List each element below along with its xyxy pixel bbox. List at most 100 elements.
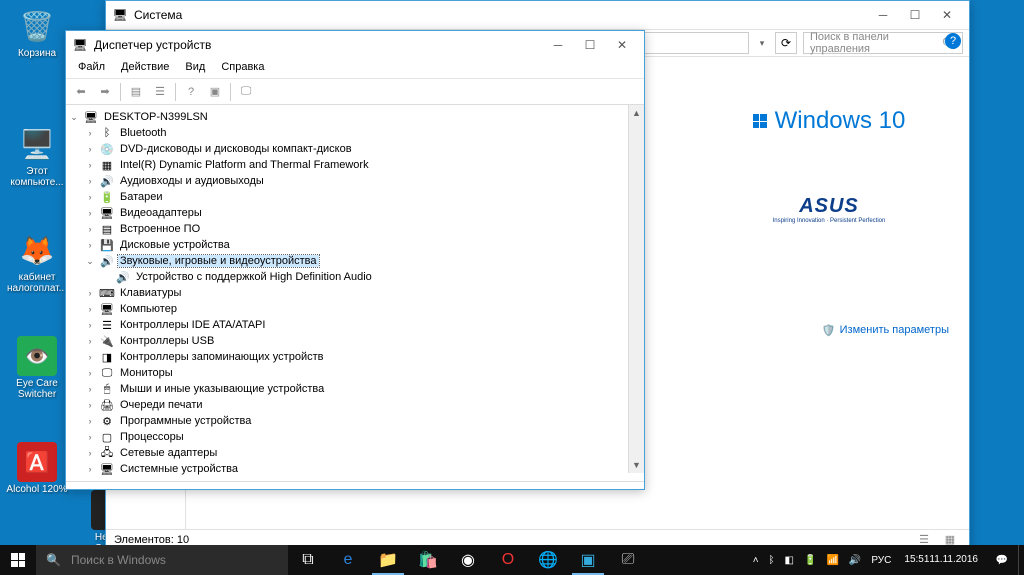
tree-item[interactable]: ⌄🔊Звуковые, игровые и видеоустройства bbox=[68, 253, 642, 269]
desktop-icon[interactable]: 🖥️Этот компьюте... bbox=[6, 124, 68, 188]
dm-titlebar[interactable]: 🖥 Диспетчер устройств ─ ☐ ✕ bbox=[66, 31, 644, 59]
tree-toggle-icon[interactable]: › bbox=[84, 336, 96, 346]
tree-toggle-icon[interactable]: › bbox=[84, 304, 96, 314]
options-icon[interactable]: ▤ bbox=[125, 81, 147, 103]
show-desktop-button[interactable] bbox=[1018, 545, 1024, 575]
tree-item[interactable]: 🔊Устройство с поддержкой High Definition… bbox=[68, 269, 642, 285]
tree-toggle-icon[interactable]: › bbox=[84, 352, 96, 362]
taskbar-chrome[interactable]: 🌐 bbox=[528, 545, 568, 575]
tree-toggle-icon[interactable]: › bbox=[84, 432, 96, 442]
scan-icon[interactable]: ▣ bbox=[204, 81, 226, 103]
tree-item[interactable]: ›ᛒBluetooth bbox=[68, 125, 642, 141]
tree-item[interactable]: ›🖥Компьютер bbox=[68, 301, 642, 317]
system-titlebar[interactable]: 🖥 Система ─ ☐ ✕ bbox=[106, 1, 969, 29]
tree-item[interactable]: ›◨Контроллеры запоминающих устройств bbox=[68, 349, 642, 365]
tree-toggle-icon[interactable]: ⌄ bbox=[68, 112, 80, 123]
tree-item[interactable]: ›▢Процессоры bbox=[68, 429, 642, 445]
menu-item[interactable]: Вид bbox=[177, 59, 213, 78]
tree-toggle-icon[interactable]: ⌄ bbox=[84, 256, 96, 267]
tree-item[interactable]: ›🔌Контроллеры USB bbox=[68, 333, 642, 349]
tree-toggle-icon[interactable]: › bbox=[84, 464, 96, 474]
menu-item[interactable]: Файл bbox=[70, 59, 113, 78]
tree-toggle-icon[interactable]: › bbox=[84, 176, 96, 186]
maximize-button[interactable]: ☐ bbox=[899, 1, 931, 29]
tree-item[interactable]: ›☰Контроллеры IDE ATA/ATAPI bbox=[68, 317, 642, 333]
desktop-icon[interactable]: 🅰️Alcohol 120% bbox=[6, 442, 68, 495]
tree-item[interactable]: ›🔊Аудиовходы и аудиовыходы bbox=[68, 173, 642, 189]
tray-volume-icon[interactable]: 🔊 bbox=[844, 545, 866, 575]
address-dropdown-icon[interactable]: ▾ bbox=[755, 38, 769, 49]
tray-app-icon[interactable]: ◧ bbox=[780, 545, 799, 575]
tree-item[interactable]: ›🖥Системные устройства bbox=[68, 461, 642, 477]
desktop-icon[interactable]: 🗑️Корзина bbox=[6, 6, 68, 59]
tree-item[interactable]: ›🖱Мыши и иные указывающие устройства bbox=[68, 381, 642, 397]
tree-toggle-icon[interactable]: › bbox=[84, 416, 96, 426]
scrollbar[interactable]: ▲ ▼ bbox=[628, 105, 644, 473]
taskbar-search[interactable]: 🔍 Поиск в Windows bbox=[36, 545, 288, 575]
tree-item[interactable]: ›🔋Батареи bbox=[68, 189, 642, 205]
tree-toggle-icon[interactable]: › bbox=[84, 240, 96, 250]
tree-toggle-icon[interactable]: › bbox=[84, 192, 96, 202]
start-button[interactable] bbox=[0, 545, 36, 575]
desktop-icon[interactable]: 🦊кабинет налогоплат... bbox=[6, 230, 68, 294]
maximize-button[interactable]: ☐ bbox=[574, 31, 606, 59]
change-settings-link[interactable]: 🛡️ Изменить параметры bbox=[709, 324, 949, 337]
minimize-button[interactable]: ─ bbox=[542, 31, 574, 59]
tree-toggle-icon[interactable]: › bbox=[84, 208, 96, 218]
close-button[interactable]: ✕ bbox=[931, 1, 963, 29]
tree-item[interactable]: ›⌨Клавиатуры bbox=[68, 285, 642, 301]
tree-toggle-icon[interactable]: › bbox=[84, 400, 96, 410]
task-view-button[interactable]: ⧉ bbox=[288, 545, 328, 575]
refresh-button[interactable]: ⟳ bbox=[775, 32, 797, 54]
tree-item[interactable]: ›⚙Программные устройства bbox=[68, 413, 642, 429]
tree-item[interactable]: ›🖵Мониторы bbox=[68, 365, 642, 381]
taskbar-app[interactable]: ▣ bbox=[568, 545, 608, 575]
tree-toggle-icon[interactable]: › bbox=[84, 144, 96, 154]
tray-battery-icon[interactable]: 🔋 bbox=[799, 545, 821, 575]
minimize-button[interactable]: ─ bbox=[867, 1, 899, 29]
tree-toggle-icon[interactable]: › bbox=[84, 448, 96, 458]
taskbar-store[interactable]: 🛍️ bbox=[408, 545, 448, 575]
action-center-icon[interactable]: 💬 bbox=[986, 545, 1018, 575]
tree-item[interactable]: ›▦Intel(R) Dynamic Platform and Thermal … bbox=[68, 157, 642, 173]
tree-item[interactable]: ›🖧Сетевые адаптеры bbox=[68, 445, 642, 461]
tree-toggle-icon[interactable]: › bbox=[84, 384, 96, 394]
search-panel-input[interactable]: Поиск в панели управления 🔍 bbox=[803, 32, 963, 54]
tray-bluetooth-icon[interactable]: ᛒ bbox=[764, 545, 780, 575]
tree-toggle-icon[interactable]: › bbox=[84, 224, 96, 234]
help-icon[interactable]: ? bbox=[945, 33, 961, 49]
tree-item[interactable]: ›▤Встроенное ПО bbox=[68, 221, 642, 237]
menu-item[interactable]: Действие bbox=[113, 59, 177, 78]
fwd-icon[interactable]: ➡ bbox=[94, 81, 116, 103]
tree-item[interactable]: ⌄🖥DESKTOP-N399LSN bbox=[68, 109, 642, 125]
scroll-down-icon[interactable]: ▼ bbox=[629, 457, 644, 473]
show-hidden-icon[interactable]: 🖵 bbox=[235, 81, 257, 103]
taskbar-edge[interactable]: e bbox=[328, 545, 368, 575]
menu-item[interactable]: Справка bbox=[213, 59, 272, 78]
taskbar-app2[interactable]: ⎚ bbox=[608, 545, 648, 575]
back-icon[interactable]: ⬅ bbox=[70, 81, 92, 103]
tray-clock[interactable]: 15:51 11.11.2016 bbox=[896, 545, 986, 575]
help-icon[interactable]: ? bbox=[180, 81, 202, 103]
tree-toggle-icon[interactable]: › bbox=[84, 160, 96, 170]
tree-item[interactable]: ›🖨Очереди печати bbox=[68, 397, 642, 413]
scroll-up-icon[interactable]: ▲ bbox=[629, 105, 644, 121]
steam-icon: ◉ bbox=[458, 550, 478, 570]
tree-item[interactable]: ›💿DVD-дисководы и дисководы компакт-диск… bbox=[68, 141, 642, 157]
taskbar-opera[interactable]: O bbox=[488, 545, 528, 575]
view-icon[interactable]: ☰ bbox=[149, 81, 171, 103]
desktop-icon[interactable]: 👁️Eye Care Switcher bbox=[6, 336, 68, 400]
tray-overflow-icon[interactable]: ˄ bbox=[748, 545, 764, 575]
taskbar-steam[interactable]: ◉ bbox=[448, 545, 488, 575]
close-button[interactable]: ✕ bbox=[606, 31, 638, 59]
taskbar-explorer[interactable]: 📁 bbox=[368, 545, 408, 575]
device-icon: ▢ bbox=[99, 430, 115, 444]
tree-toggle-icon[interactable]: › bbox=[84, 320, 96, 330]
tree-toggle-icon[interactable]: › bbox=[84, 368, 96, 378]
tree-item[interactable]: ›🖥Видеоадаптеры bbox=[68, 205, 642, 221]
tree-toggle-icon[interactable]: › bbox=[84, 128, 96, 138]
tray-language[interactable]: РУС bbox=[866, 545, 896, 575]
tray-wifi-icon[interactable]: 📶 bbox=[821, 545, 843, 575]
tree-toggle-icon[interactable]: › bbox=[84, 288, 96, 298]
tree-item[interactable]: ›💾Дисковые устройства bbox=[68, 237, 642, 253]
